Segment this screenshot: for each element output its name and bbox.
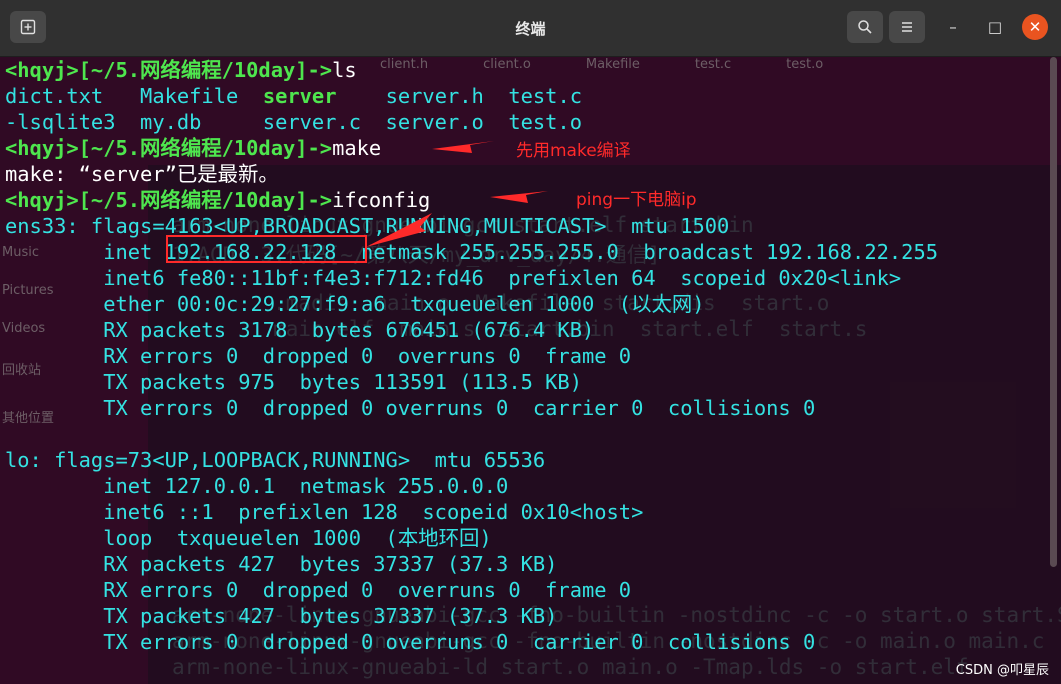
arrow-make (432, 141, 494, 153)
minimize-button[interactable]: – (940, 14, 966, 40)
arrow-ifconfig (490, 191, 548, 203)
menu-button[interactable] (889, 11, 925, 43)
make-annotation: 先用make编译 (516, 141, 631, 161)
maximize-button[interactable]: □ (982, 14, 1008, 40)
terminal-area[interactable]: client.h client.o Makefile test.c test.o Mus… (0, 57, 1061, 684)
watermark: CSDN @叩星辰 (955, 663, 1049, 678)
ip-highlight-box (166, 235, 367, 263)
ping-annotation: ping一下电脑ip (576, 190, 697, 210)
arrow-ip (366, 213, 432, 247)
hamburger-menu-icon (902, 22, 912, 32)
search-button[interactable] (847, 11, 883, 43)
title-bar: 终端 – □ ✕ (0, 0, 1061, 57)
close-button[interactable]: ✕ (1022, 14, 1048, 40)
search-icon (858, 20, 872, 34)
